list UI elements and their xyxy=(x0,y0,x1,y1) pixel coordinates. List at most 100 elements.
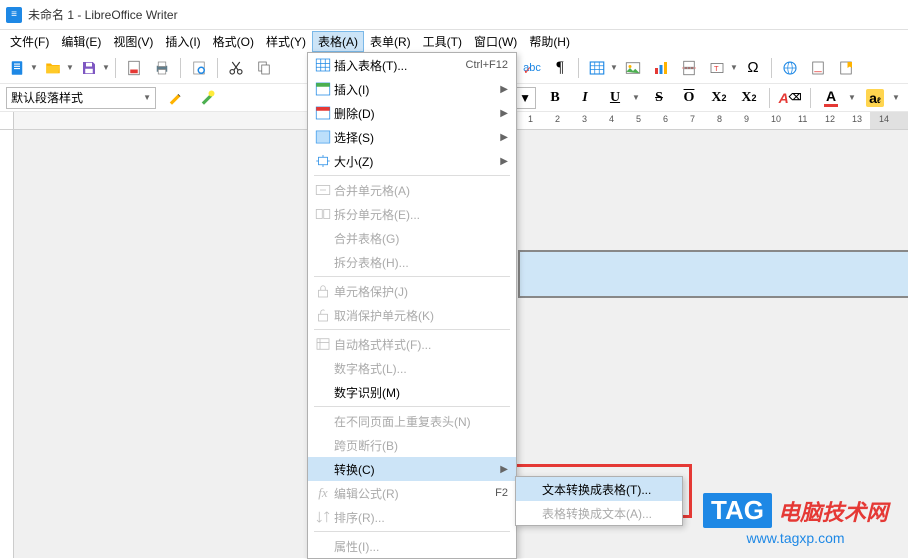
insert-field-button[interactable]: T xyxy=(704,55,730,81)
chevron-down-icon: ▼ xyxy=(143,93,151,102)
menu-9[interactable]: 窗口(W) xyxy=(468,31,523,52)
insert-footnote-button[interactable] xyxy=(805,55,831,81)
split-icon xyxy=(312,205,334,223)
menu-2[interactable]: 视图(V) xyxy=(107,31,159,52)
menu-item-label: 取消保护单元格(K) xyxy=(334,307,508,324)
menu-item-label: 合并单元格(A) xyxy=(334,182,508,199)
menu-item-16[interactable]: 数字识别(M) xyxy=(308,380,516,404)
save-button[interactable] xyxy=(76,55,102,81)
menu-1[interactable]: 编辑(E) xyxy=(55,31,107,52)
table-cell-selection[interactable] xyxy=(518,250,908,298)
menu-6[interactable]: 表格(A) xyxy=(312,31,364,52)
menu-item-3[interactable]: 选择(S)▶ xyxy=(308,125,516,149)
open-button[interactable] xyxy=(40,55,66,81)
insert-hyperlink-button[interactable] xyxy=(777,55,803,81)
autofmt-icon xyxy=(312,335,334,353)
strikethrough-button[interactable]: S xyxy=(646,86,672,110)
watermark: TAG 电脑技术网 www.tagxp.com xyxy=(703,493,888,546)
app-icon: ≡ xyxy=(6,7,22,23)
dropdown-icon[interactable]: ▼ xyxy=(30,63,38,72)
menu-item-label: 转换(C) xyxy=(334,461,500,478)
submenu-item-0[interactable]: 文本转换成表格(T)... xyxy=(516,477,682,501)
font-color-button[interactable]: A xyxy=(818,86,844,110)
menu-item-2[interactable]: 删除(D)▶ xyxy=(308,101,516,125)
menu-item-label: 大小(Z) xyxy=(334,153,500,170)
dropdown-icon[interactable]: ▼ xyxy=(102,63,110,72)
clear-formatting-button[interactable]: A⌫ xyxy=(777,86,803,110)
print-preview-button[interactable] xyxy=(186,55,212,81)
insert-pagebreak-button[interactable] xyxy=(676,55,702,81)
new-style-button[interactable] xyxy=(194,85,220,111)
title-bar: ≡ 未命名 1 - LibreOffice Writer xyxy=(0,0,908,30)
superscript-button[interactable]: X2 xyxy=(706,86,732,110)
menu-4[interactable]: 格式(O) xyxy=(207,31,260,52)
insert-bookmark-button[interactable] xyxy=(833,55,859,81)
menu-0[interactable]: 文件(F) xyxy=(4,31,55,52)
menu-item-0[interactable]: 插入表格(T)...Ctrl+F12 xyxy=(308,53,516,77)
insert-image-button[interactable] xyxy=(620,55,646,81)
lock-icon xyxy=(312,282,334,300)
menu-item-1[interactable]: 插入(I)▶ xyxy=(308,77,516,101)
menu-item-22: 排序(R)... xyxy=(308,505,516,529)
menu-bar: 文件(F)编辑(E)视图(V)插入(I)格式(O)样式(Y)表格(A)表单(R)… xyxy=(0,30,908,52)
subscript-button[interactable]: X2 xyxy=(736,86,762,110)
chevron-right-icon: ▶ xyxy=(500,132,508,143)
menu-item-label: 自动格式样式(F)... xyxy=(334,336,508,353)
paragraph-style-combo[interactable]: 默认段落样式 ▼ xyxy=(6,87,156,109)
select-icon xyxy=(312,128,334,146)
menu-10[interactable]: 帮助(H) xyxy=(523,31,576,52)
unlock-icon xyxy=(312,306,334,324)
new-doc-button[interactable] xyxy=(4,55,30,81)
menu-item-label: 选择(S) xyxy=(334,129,500,146)
dropdown-icon[interactable]: ▼ xyxy=(730,63,738,72)
submenu-item-1: 表格转换成文本(A)... xyxy=(516,501,682,525)
chevron-right-icon: ▶ xyxy=(500,108,508,119)
watermark-text: 电脑技术网 xyxy=(778,495,888,527)
overline-button[interactable]: O xyxy=(676,86,702,110)
print-button[interactable] xyxy=(149,55,175,81)
bold-button[interactable]: B xyxy=(542,86,568,110)
menu-7[interactable]: 表单(R) xyxy=(364,31,417,52)
menu-item-label: 数字格式(L)... xyxy=(334,360,508,377)
menu-item-label: 插入表格(T)... xyxy=(334,57,466,74)
insert-chart-button[interactable] xyxy=(648,55,674,81)
convert-submenu: 文本转换成表格(T)...表格转换成文本(A)... xyxy=(515,476,683,526)
menu-item-18: 在不同页面上重复表头(N) xyxy=(308,409,516,433)
menu-item-7: 拆分单元格(E)... xyxy=(308,202,516,226)
update-style-button[interactable] xyxy=(162,85,188,111)
menu-5[interactable]: 样式(Y) xyxy=(260,31,312,52)
menu-item-12: 取消保护单元格(K) xyxy=(308,303,516,327)
insert-table-button[interactable] xyxy=(584,55,610,81)
dropdown-icon[interactable]: ▼ xyxy=(632,93,642,102)
menu-8[interactable]: 工具(T) xyxy=(417,31,468,52)
menu-3[interactable]: 插入(I) xyxy=(159,31,206,52)
dropdown-icon[interactable]: ▼ xyxy=(892,93,902,102)
menu-item-label: 合并表格(G) xyxy=(334,230,508,247)
insert-special-char-button[interactable]: Ω xyxy=(740,55,766,81)
shortcut-label: Ctrl+F12 xyxy=(466,59,509,71)
merge-icon xyxy=(312,181,334,199)
svg-text:T: T xyxy=(714,64,719,73)
underline-button[interactable]: U xyxy=(602,86,628,110)
spellcheck-button[interactable]: abc✓ xyxy=(519,55,545,81)
menu-item-label: 删除(D) xyxy=(334,105,500,122)
export-pdf-button[interactable] xyxy=(121,55,147,81)
menu-item-20[interactable]: 转换(C)▶ xyxy=(308,457,516,481)
menu-item-11: 单元格保护(J) xyxy=(308,279,516,303)
window-title: 未命名 1 - LibreOffice Writer xyxy=(28,6,178,23)
highlight-color-button[interactable]: aℓ xyxy=(862,86,888,110)
italic-button[interactable]: I xyxy=(572,86,598,110)
menu-item-14: 自动格式样式(F)... xyxy=(308,332,516,356)
formatting-marks-button[interactable]: ¶ xyxy=(547,55,573,81)
menu-item-4[interactable]: 大小(Z)▶ xyxy=(308,149,516,173)
dropdown-icon[interactable]: ▼ xyxy=(610,63,618,72)
shortcut-label: F2 xyxy=(495,487,508,499)
menu-item-9: 拆分表格(H)... xyxy=(308,250,516,274)
dropdown-icon[interactable]: ▼ xyxy=(848,93,858,102)
vertical-ruler[interactable] xyxy=(0,130,14,558)
dropdown-icon[interactable]: ▼ xyxy=(66,63,74,72)
copy-button[interactable] xyxy=(251,55,277,81)
fx-icon: fx xyxy=(312,485,334,501)
cut-button[interactable] xyxy=(223,55,249,81)
menu-item-label: 属性(I)... xyxy=(334,538,508,555)
